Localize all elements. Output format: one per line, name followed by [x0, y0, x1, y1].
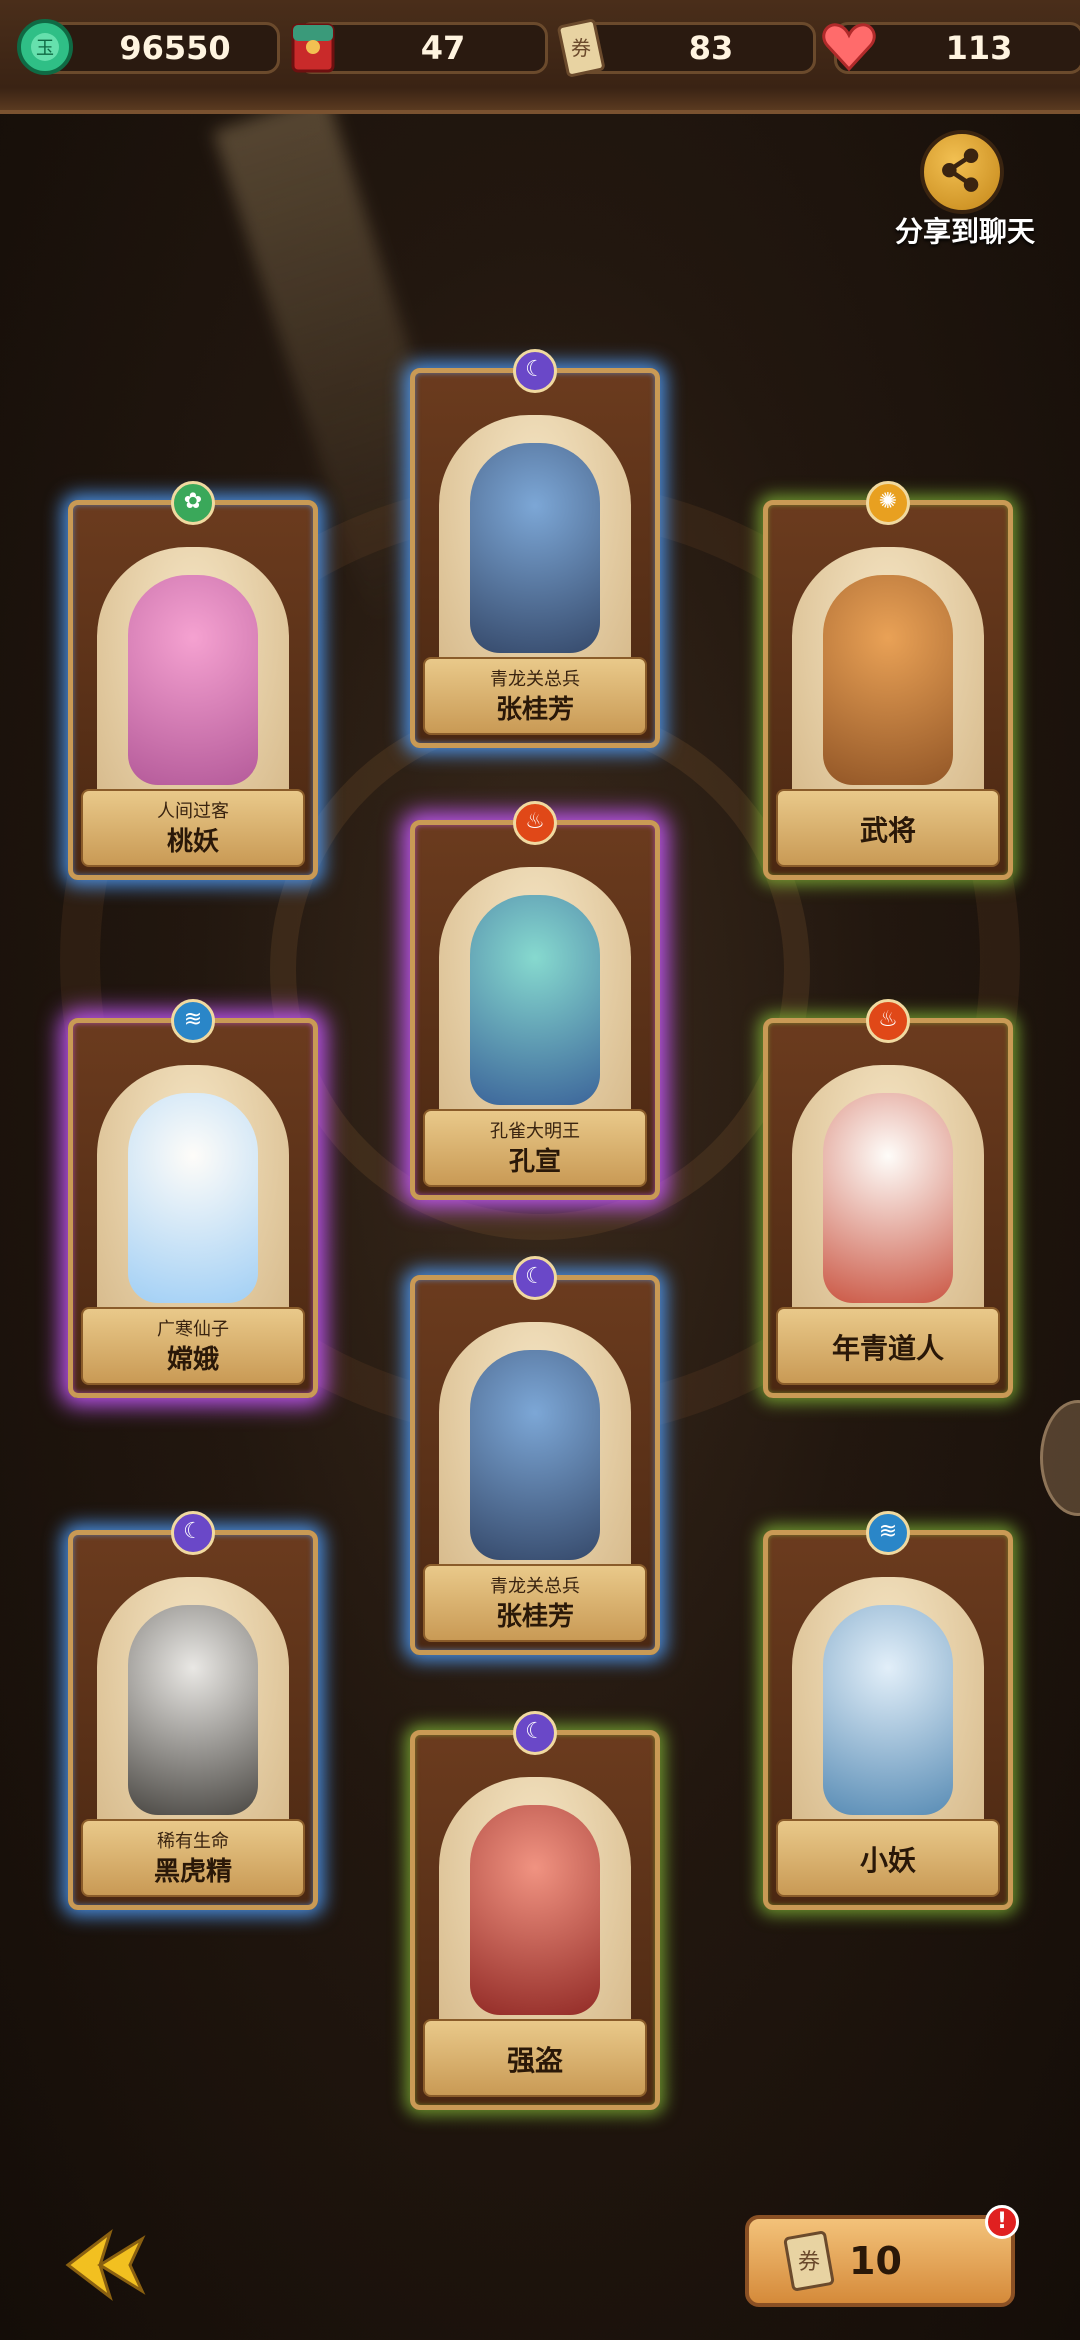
- moon-element-icon: ☾: [513, 1711, 557, 1755]
- ticket-value: 83: [688, 29, 734, 67]
- resource-bar: 玉 96550 47 券 83 113: [0, 0, 1080, 114]
- card-name-plate: 青龙关总兵 张桂芳: [423, 1564, 647, 1642]
- hero-figure: [470, 1350, 600, 1560]
- card-subtitle: 人间过客: [157, 801, 229, 822]
- hero-figure: [470, 1805, 600, 2015]
- card-name: 张桂芳: [495, 1602, 574, 1632]
- card-name: 黑虎精: [153, 1857, 232, 1887]
- sun-element-icon: ✺: [866, 481, 910, 525]
- heart-value: 113: [945, 29, 1013, 67]
- water-element-icon: ≋: [866, 1511, 910, 1555]
- svg-text:券: 券: [571, 36, 591, 60]
- hero-figure: [823, 575, 953, 785]
- jade-coin-value: 96550: [119, 29, 231, 67]
- card-name: 年青道人: [831, 1332, 944, 1365]
- jade-coin-counter[interactable]: 玉 96550: [17, 19, 280, 75]
- card-name: 嫦娥: [166, 1345, 219, 1375]
- ticket-draw-button[interactable]: 券 10 !: [745, 2205, 1019, 2307]
- hero-card[interactable]: ♨ 年青道人: [763, 999, 1013, 1398]
- wood-element-icon: ✿: [171, 481, 215, 525]
- hero-figure: [823, 1605, 953, 1815]
- card-name: 张桂芳: [495, 695, 574, 725]
- hero-card[interactable]: ☾ 强盗: [410, 1711, 660, 2110]
- hero-card[interactable]: ☾ 稀有生命 黑虎精: [68, 1511, 318, 1910]
- moon-element-icon: ☾: [171, 1511, 215, 1555]
- ticket-draw-count: 10: [849, 2239, 902, 2283]
- card-subtitle: 青龙关总兵: [490, 1576, 580, 1597]
- card-name-plate: 青龙关总兵 张桂芳: [423, 657, 647, 735]
- hero-figure: [823, 1093, 953, 1303]
- ticket-icon: 券: [783, 2231, 835, 2291]
- hero-card[interactable]: ≋ 广寒仙子 嫦娥: [68, 999, 318, 1398]
- moon-element-icon: ☾: [513, 349, 557, 393]
- red-envelope-value: 47: [420, 29, 466, 67]
- card-name-plate: 小妖: [776, 1819, 1000, 1897]
- red-envelope-counter[interactable]: 47: [291, 22, 548, 74]
- card-name-plate: 年青道人: [776, 1307, 1000, 1385]
- moon-element-icon: ☾: [513, 1256, 557, 1300]
- hero-figure: [128, 1605, 258, 1815]
- hero-card[interactable]: ☾ 青龙关总兵 张桂芳: [410, 1256, 660, 1655]
- hero-figure: [470, 443, 600, 653]
- share-to-chat-button[interactable]: 分享到聊天: [890, 130, 1040, 250]
- share-label: 分享到聊天: [894, 215, 1035, 248]
- card-name-plate: 孔雀大明王 孔宣: [423, 1109, 647, 1187]
- heart-icon: [822, 23, 876, 72]
- svg-text:玉: 玉: [36, 38, 54, 59]
- water-element-icon: ≋: [171, 999, 215, 1043]
- card-name: 武将: [859, 814, 916, 847]
- card-name: 桃妖: [166, 827, 219, 857]
- card-subtitle: 孔雀大明王: [490, 1121, 580, 1142]
- alert-badge: !: [985, 2205, 1019, 2239]
- side-drawer-handle[interactable]: [1040, 1400, 1080, 1516]
- hero-card[interactable]: ✿ 人间过客 桃妖: [68, 481, 318, 880]
- card-name: 孔宣: [508, 1147, 561, 1177]
- fire-element-icon: ♨: [513, 801, 557, 845]
- svg-text:券: 券: [798, 2250, 820, 2275]
- jade-coin-icon: 玉: [17, 19, 73, 75]
- red-envelope-icon: [291, 23, 335, 73]
- card-name-plate: 武将: [776, 789, 1000, 867]
- card-subtitle: 青龙关总兵: [490, 669, 580, 690]
- card-name-plate: 稀有生命 黑虎精: [81, 1819, 305, 1897]
- hero-figure: [128, 1093, 258, 1303]
- hero-card[interactable]: ✺ 武将: [763, 481, 1013, 880]
- heart-counter[interactable]: 113: [822, 22, 1080, 74]
- card-subtitle: 广寒仙子: [157, 1319, 229, 1340]
- hero-card[interactable]: ≋ 小妖: [763, 1511, 1013, 1910]
- ticket-icon: 券: [557, 19, 605, 77]
- card-name-plate: 广寒仙子 嫦娥: [81, 1307, 305, 1385]
- share-icon: [920, 130, 1004, 214]
- card-name: 小妖: [859, 1844, 916, 1877]
- hero-card[interactable]: ♨ 孔雀大明王 孔宣: [410, 801, 660, 1200]
- hero-figure: [128, 575, 258, 785]
- card-name-plate: 人间过客 桃妖: [81, 789, 305, 867]
- hero-card[interactable]: ☾ 青龙关总兵 张桂芳: [410, 349, 660, 748]
- back-arrow-icon[interactable]: [60, 2225, 150, 2305]
- card-name-plate: 强盗: [423, 2019, 647, 2097]
- card-name: 强盗: [506, 2044, 563, 2077]
- fire-element-icon: ♨: [866, 999, 910, 1043]
- card-subtitle: 稀有生命: [157, 1831, 229, 1852]
- hero-figure: [470, 895, 600, 1105]
- ticket-counter[interactable]: 券 83: [557, 19, 816, 77]
